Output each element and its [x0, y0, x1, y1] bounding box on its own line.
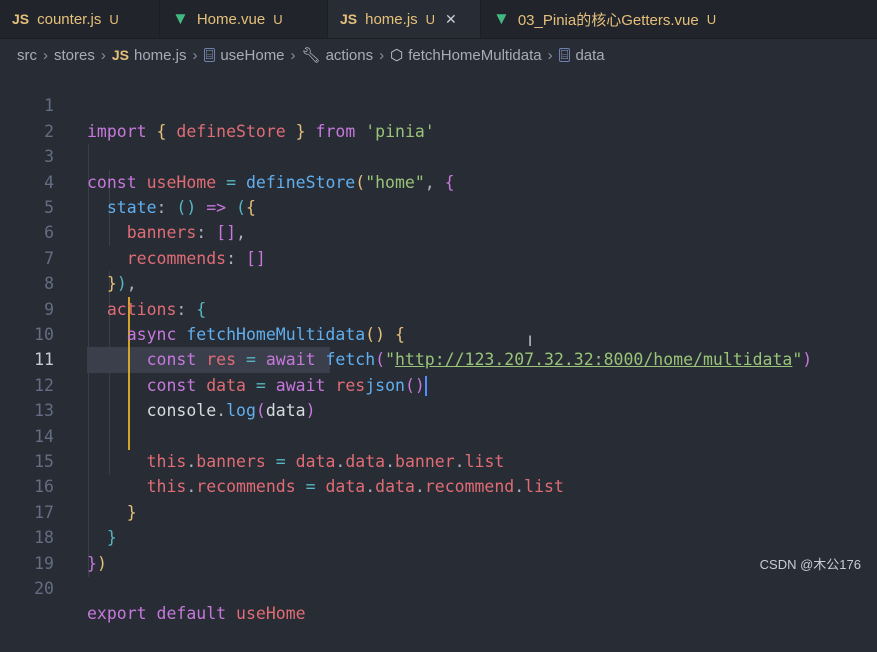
code-line: 14 this.banners = data.data.banner.list — [0, 398, 877, 471]
tab-label: 03_Pinia的核心Getters.vue — [517, 11, 699, 29]
code-line: 19 — [0, 525, 877, 573]
breadcrumb-item-src[interactable]: src — [17, 47, 37, 64]
tab-label: home.js — [365, 10, 418, 28]
untracked-status-badge: U — [109, 11, 119, 27]
watermark: CSDN @木公176 — [759, 557, 861, 572]
breadcrumb-item-file[interactable]: home.js — [134, 47, 187, 64]
variable-symbol-icon: ⌸ — [203, 47, 216, 62]
vue-file-icon: ▼ — [172, 9, 189, 28]
tab-home-vue[interactable]: ▼ Home.vue U — [160, 0, 328, 38]
code-line: 4 state: () => ({ — [0, 144, 877, 217]
breadcrumb-item-usehome[interactable]: useHome — [220, 47, 284, 64]
line-number: 20 — [34, 579, 54, 598]
editor-tab-bar: JS counter.js U ▼ Home.vue U JS home.js … — [0, 0, 877, 39]
vue-file-icon: ▼ — [493, 9, 510, 28]
code-line: 10 const res = await fetch("http://123.2… — [0, 297, 877, 369]
variable-symbol-icon: ⌸ — [558, 47, 571, 62]
code-line-current: 11 const data = await resjson() — [0, 322, 877, 397]
javascript-file-icon: JS — [340, 11, 358, 27]
tab-counter-js[interactable]: JS counter.js U — [0, 0, 160, 38]
code-line: 18 }) — [0, 500, 877, 572]
breadcrumb-item-stores[interactable]: stores — [54, 47, 95, 64]
code-line: 7 }), — [0, 220, 877, 293]
code-line: 8 actions: { — [0, 246, 877, 318]
code-line: 1 import { defineStore } from 'pinia' — [0, 68, 877, 140]
breadcrumb-item-actions[interactable]: actions — [326, 47, 374, 64]
code-line: 13 — [0, 373, 877, 420]
chevron-right-icon: › — [379, 46, 385, 64]
breadcrumb-item-data[interactable]: data — [575, 47, 604, 64]
code-line: 3 const useHome = defineStore("home", { — [0, 119, 877, 191]
chevron-right-icon: › — [192, 46, 198, 64]
code-line: 9 async fetchHomeMultidata() { — [0, 271, 877, 344]
code-line: 17 } — [0, 474, 877, 547]
code-line: 2 — [0, 93, 877, 141]
javascript-file-icon: JS — [12, 11, 30, 27]
javascript-file-icon: JS — [111, 47, 129, 63]
untracked-status-badge: U — [273, 11, 283, 27]
code-line: 15 this.recommends = data.data.recommend… — [0, 424, 877, 496]
close-icon[interactable]: ✕ — [445, 11, 457, 28]
wrench-icon: 🔧︎ — [301, 47, 321, 64]
tab-pinia-getters-vue[interactable]: ▼ 03_Pinia的核心Getters.vue U — [481, 0, 877, 38]
code-line: 12 console.log(data) — [0, 347, 877, 420]
tab-label: Home.vue — [196, 10, 266, 28]
code-line: 20 export default useHome — [0, 551, 877, 623]
breadcrumb-item-fetchhomemultidata[interactable]: fetchHomeMultidata — [408, 47, 541, 64]
code-editor[interactable]: 1 import { defineStore } from 'pinia' 2 … — [0, 68, 877, 623]
tab-label: counter.js — [37, 10, 102, 28]
code-line: 5 banners: [], — [0, 170, 877, 242]
chevron-right-icon: › — [43, 46, 48, 64]
untracked-status-badge: U — [706, 11, 717, 27]
code-line: 16 } — [0, 449, 877, 521]
mouse-ibeam-cursor: I — [528, 334, 533, 350]
chevron-right-icon: › — [100, 46, 106, 64]
code-line: 6 recommends: [] — [0, 195, 877, 267]
chevron-right-icon: › — [547, 46, 553, 64]
untracked-status-badge: U — [425, 11, 436, 27]
chevron-right-icon: › — [290, 46, 296, 64]
method-cube-icon: ⬡ — [390, 47, 404, 64]
breadcrumb: src › stores › JS home.js › ⌸ useHome › … — [0, 39, 877, 71]
tab-home-js[interactable]: JS home.js U ✕ — [328, 0, 481, 38]
